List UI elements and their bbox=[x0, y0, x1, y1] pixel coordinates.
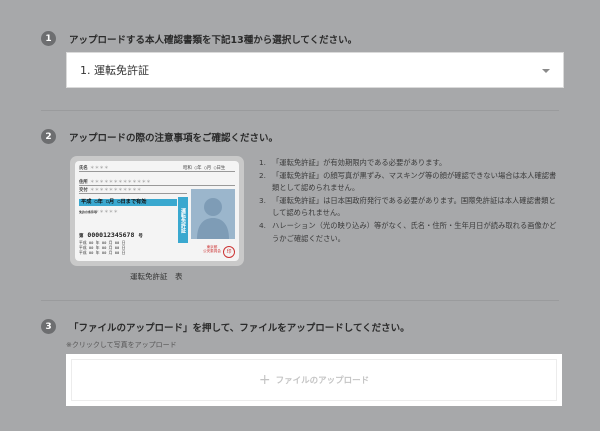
upload-hint: ※クリックして写真をアップロード bbox=[66, 341, 177, 349]
note-item: 1. 「運転免許証」が有効期限内である必要があります。 bbox=[259, 158, 447, 167]
note-item: 3. 「運転免許証」は日本国政府発行である必要があります。国際免許証は本人確認書類… bbox=[259, 195, 556, 218]
file-upload-area[interactable]: + ファイルのアップロード bbox=[66, 354, 562, 406]
divider bbox=[41, 300, 559, 301]
license-dates: 平成 00 年 00 月 00 日 平成 00 年 00 月 00 日 平成 0… bbox=[79, 240, 126, 255]
caution-notes: 1. 「運転免許証」が有効期限内である必要があります。 2. 「運転免許証」の顔写真… bbox=[259, 157, 559, 245]
name-row: 氏名 ＊＊＊＊ 昭和 ○年 ○月 ○日生 bbox=[79, 165, 235, 172]
license-photo bbox=[191, 189, 235, 239]
step-3-header: 3 「ファイルのアップロード」を押して、ファイルをアップロードしてください。 bbox=[41, 319, 410, 334]
card-caption: 運転免許証 表 bbox=[130, 272, 183, 281]
seal-stamp: 印 bbox=[223, 246, 235, 258]
document-type-select[interactable]: 1. 運転免許証 bbox=[66, 52, 564, 88]
license-vertical-label: 運転免許証 bbox=[178, 197, 188, 243]
issue-row: 交付 ＊＊＊＊＊＊＊＊＊＊＊ bbox=[79, 187, 187, 194]
selected-document-value: 1. 運転免許証 bbox=[80, 64, 149, 77]
license-number: 第 000012345678 号 bbox=[79, 231, 143, 239]
plus-icon: + bbox=[258, 372, 271, 388]
license-card: 氏名 ＊＊＊＊ 昭和 ○年 ○月 ○日生 住所 ＊＊＊＊＊＊＊＊＊＊＊＊＊ 交付 ＊＊… bbox=[75, 161, 239, 261]
address-row: 住所 ＊＊＊＊＊＊＊＊＊＊＊＊＊ bbox=[79, 179, 235, 186]
step-number: 1 bbox=[41, 31, 56, 46]
step-number: 3 bbox=[41, 319, 56, 334]
step-title: アップロードの際の注意事項をご確認ください。 bbox=[69, 132, 279, 144]
step-2-header: 2 アップロードの際の注意事項をご確認ください。 bbox=[41, 129, 278, 144]
note-item: 4. ハレーション（光の映り込み）等がなく、氏名・住所・生年月日が読み取れる画像か… bbox=[259, 220, 557, 243]
divider bbox=[41, 110, 559, 111]
note-item: 2. 「運転免許証」の顔写真が黒ずみ、マスキング等の顔が確認できない場合は本人確認… bbox=[259, 170, 557, 193]
person-silhouette-icon bbox=[197, 198, 229, 239]
license-issuer: 東京都 公安委員会 bbox=[203, 245, 221, 253]
validity-banner: 平成 ○年 ○月 ○日まで有効 bbox=[79, 199, 177, 206]
step-title: 「ファイルのアップロード」を押して、ファイルをアップロードしてください。 bbox=[69, 322, 410, 334]
file-upload-label: ファイルのアップロード bbox=[275, 376, 370, 386]
step-title: アップロードする本人確認書類を下記13種から選択してください。 bbox=[69, 34, 358, 46]
step-number: 2 bbox=[41, 129, 56, 144]
conditions-row: 免許の条件等＊＊＊＊＊＊ bbox=[79, 210, 119, 215]
step-1-header: 1 アップロードする本人確認書類を下記13種から選択してください。 bbox=[41, 31, 357, 46]
chevron-down-icon[interactable] bbox=[542, 69, 550, 73]
drivers-license-sample: 氏名 ＊＊＊＊ 昭和 ○年 ○月 ○日生 住所 ＊＊＊＊＊＊＊＊＊＊＊＊＊ 交付 ＊＊… bbox=[70, 156, 244, 266]
file-upload-button[interactable]: + ファイルのアップロード bbox=[71, 359, 557, 401]
